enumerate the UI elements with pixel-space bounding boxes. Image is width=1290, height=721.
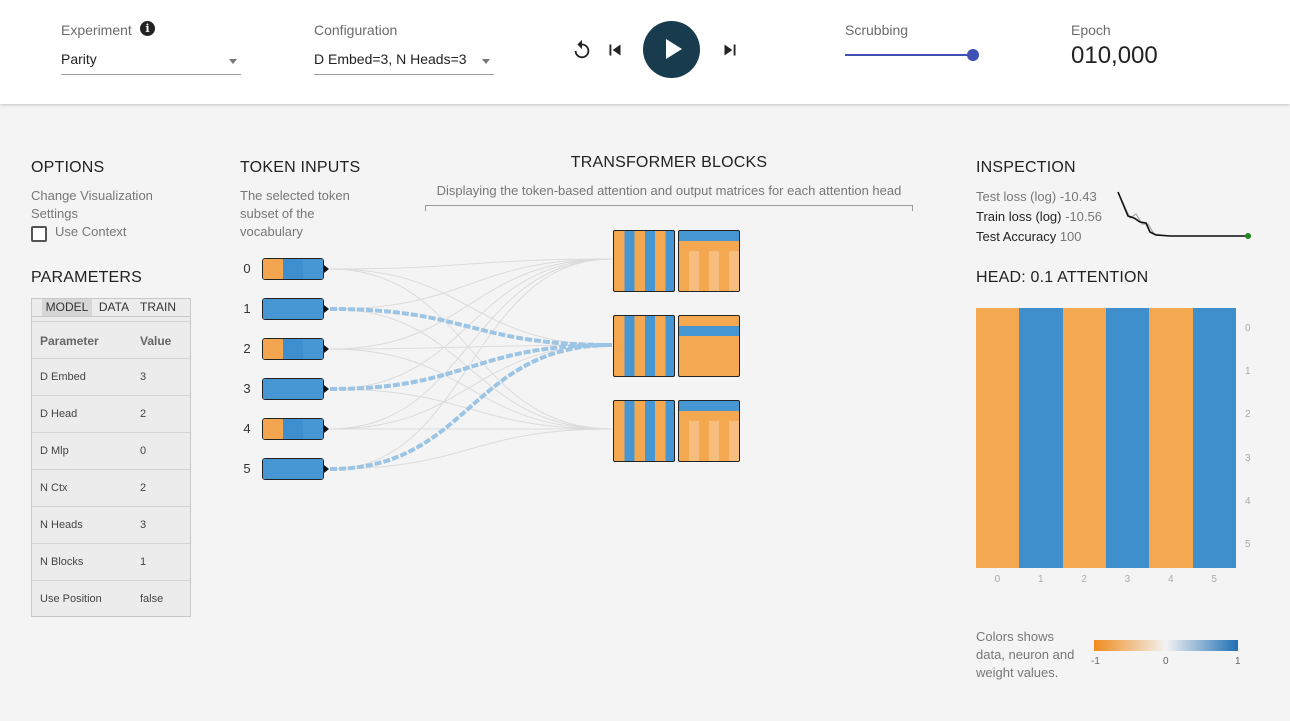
y-tick-label: 2 <box>1245 409 1251 421</box>
y-tick-label: 5 <box>1245 539 1251 551</box>
heatmap-column[interactable] <box>1105 308 1150 568</box>
y-tick-label: 0 <box>1245 322 1251 334</box>
loss-sparkline <box>1117 191 1251 239</box>
heatmap-column[interactable] <box>976 308 1020 568</box>
test-loss-row: Test loss (log) -10.43 <box>976 189 1097 204</box>
train-loss-value: -10.56 <box>1065 209 1102 224</box>
x-tick-label: 5 <box>1211 574 1217 585</box>
heatmap-column[interactable] <box>1192 308 1236 568</box>
heatmap-column[interactable] <box>1062 308 1106 568</box>
test-loss-label: Test loss (log) <box>976 189 1057 204</box>
output-matrix-head-2[interactable] <box>678 400 740 462</box>
y-tick-label: 4 <box>1245 496 1251 507</box>
test-loss-value: -10.43 <box>1059 189 1097 204</box>
output-matrix-head-1[interactable] <box>678 315 740 377</box>
x-tick-label: 0 <box>994 574 1001 585</box>
y-tick-label: 3 <box>1245 452 1251 464</box>
test-accuracy-label: Test Accuracy <box>976 229 1057 244</box>
inspection-title: INSPECTION <box>976 159 1076 176</box>
color-legend-text: Colors shows data, neuron and weight val… <box>976 629 1075 680</box>
test-accuracy-row: Test Accuracy 100 <box>976 229 1082 244</box>
heatmap-column[interactable] <box>1019 308 1063 568</box>
x-tick-label: 3 <box>1124 574 1131 585</box>
x-tick-label: 1 <box>1038 574 1044 585</box>
attention-matrix-head-2[interactable] <box>613 400 675 462</box>
output-matrix-head-0[interactable] <box>678 230 740 292</box>
legend-tick-mid: 0 <box>1163 656 1169 667</box>
x-tick-label: 4 <box>1168 574 1174 585</box>
test-accuracy-value: 100 <box>1059 229 1082 244</box>
train-loss-label: Train loss (log) <box>976 209 1062 224</box>
head-title: HEAD: 0.1 ATTENTION <box>976 269 1149 286</box>
legend-tick-min: -1 <box>1091 656 1100 667</box>
color-legend-bar <box>1094 640 1238 651</box>
legend-tick-max: 1 <box>1235 656 1241 667</box>
y-tick-label: 1 <box>1245 366 1251 377</box>
train-loss-row: Train loss (log) -10.56 <box>976 209 1102 224</box>
attention-matrix-head-1[interactable] <box>613 315 675 377</box>
x-tick-label: 2 <box>1081 574 1087 585</box>
attention-heatmap <box>976 308 1236 568</box>
heatmap-column[interactable] <box>1149 308 1193 568</box>
attention-matrix-head-0[interactable] <box>613 230 675 292</box>
